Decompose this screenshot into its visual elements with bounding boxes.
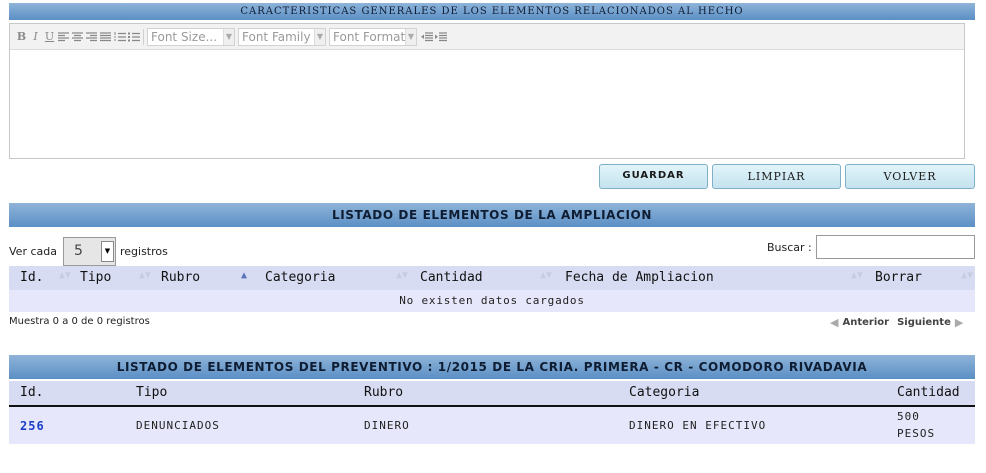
col-cantidad: Cantidad xyxy=(897,385,960,400)
ampliacion-table: Id. ▲▼ Tipo ▲▼ Rubro ▲ Categoria ▲▼ Cant… xyxy=(9,266,975,292)
page-size-control: Ver cada 5 ▼ registros xyxy=(9,236,168,266)
ver-cada-label: Ver cada xyxy=(9,244,57,258)
cell-tipo: DENUNCIADOS xyxy=(136,419,220,432)
page-size-value: 5 xyxy=(73,243,83,259)
col-id[interactable]: Id. xyxy=(20,270,43,285)
editor-content-area[interactable] xyxy=(10,50,964,158)
previous-arrow-icon[interactable]: ◀ xyxy=(830,316,838,329)
col-cantidad[interactable]: Cantidad xyxy=(420,270,483,285)
unordered-list-icon[interactable] xyxy=(127,28,140,46)
align-right-icon[interactable] xyxy=(85,28,98,46)
font-family-label: Font Family xyxy=(242,29,311,44)
font-size-label: Font Size... xyxy=(151,29,218,44)
col-rubro[interactable]: Rubro xyxy=(161,270,200,285)
col-tipo: Tipo xyxy=(136,385,168,400)
align-justify-icon[interactable] xyxy=(99,28,112,46)
font-format-select[interactable]: Font Format ▼ xyxy=(329,27,417,46)
table-header-row: Id. Tipo Rubro Categoria Cantidad xyxy=(9,381,975,405)
chevron-down-icon: ▼ xyxy=(223,28,234,45)
registros-label: registros xyxy=(119,244,168,258)
bold-icon[interactable]: B xyxy=(15,28,28,46)
col-id: Id. xyxy=(20,385,44,400)
sort-icon: ▲▼ xyxy=(396,270,409,281)
chevron-down-icon: ▼ xyxy=(405,28,416,45)
cell-cantidad-unit: PESOS xyxy=(897,427,936,440)
table-row: 256 DENUNCIADOS DINERO DINERO EN EFECTIV… xyxy=(9,407,975,444)
col-fecha-ampliacion[interactable]: Fecha de Ampliacion xyxy=(565,270,714,285)
chevron-down-icon: ▼ xyxy=(100,240,114,262)
section-header-ampliacion: LISTADO DE ELEMENTOS DE LA AMPLIACION xyxy=(9,203,975,227)
col-categoria: Categoria xyxy=(629,385,700,400)
indent-icon[interactable] xyxy=(434,28,447,46)
col-categoria[interactable]: Categoria xyxy=(265,270,335,285)
siguiente-link[interactable]: Siguiente xyxy=(897,317,951,328)
limpiar-button[interactable]: LIMPIAR xyxy=(712,164,841,189)
col-rubro: Rubro xyxy=(364,385,404,400)
editor-toolbar: B I U Font Size... ▼ Font Family ▼ Font … xyxy=(10,24,964,50)
buscar-label: Buscar : xyxy=(767,241,812,254)
empty-table-message: No existen datos cargados xyxy=(9,290,975,312)
sort-icon: ▲▼ xyxy=(59,270,72,281)
anterior-link[interactable]: Anterior xyxy=(842,317,889,328)
cell-rubro: DINERO xyxy=(364,419,410,432)
table-header-row: Id. ▲▼ Tipo ▲▼ Rubro ▲ Categoria ▲▼ Cant… xyxy=(9,266,975,290)
font-size-select[interactable]: Font Size... ▼ xyxy=(147,27,235,46)
volver-button[interactable]: VOLVER xyxy=(845,164,975,189)
sort-icon: ▲▼ xyxy=(139,270,152,281)
next-arrow-icon[interactable]: ▶ xyxy=(955,316,963,329)
col-tipo[interactable]: Tipo xyxy=(80,270,111,285)
sort-icon: ▲▼ xyxy=(961,270,974,281)
preventivo-table: Id. Tipo Rubro Categoria Cantidad xyxy=(9,381,975,407)
toolbar-separator xyxy=(143,28,144,45)
pagination-controls: ◀ Anterior Siguiente ▶ xyxy=(830,316,963,329)
section-header-preventivo: LISTADO DE ELEMENTOS DEL PREVENTIVO : 1/… xyxy=(9,355,975,379)
sort-icon: ▲▼ xyxy=(851,270,864,281)
sort-icon: ▲▼ xyxy=(540,270,553,281)
ordered-list-icon[interactable] xyxy=(113,28,126,46)
sort-asc-icon: ▲ xyxy=(241,270,248,281)
font-family-select[interactable]: Font Family ▼ xyxy=(238,27,326,46)
cell-cantidad-value: 500 xyxy=(897,410,920,423)
chevron-down-icon: ▼ xyxy=(314,28,325,45)
section-header-generales: CARACTERISTICAS GENERALES DE LOS ELEMENT… xyxy=(9,3,975,20)
italic-icon[interactable]: I xyxy=(29,28,42,46)
cell-categoria: DINERO EN EFECTIVO xyxy=(629,419,767,432)
font-format-label: Font Format xyxy=(333,29,406,44)
rich-text-editor: B I U Font Size... ▼ Font Family ▼ Font … xyxy=(9,23,965,159)
col-borrar[interactable]: Borrar xyxy=(875,270,922,285)
id-link[interactable]: 256 xyxy=(20,419,45,433)
align-left-icon[interactable] xyxy=(57,28,70,46)
underline-icon[interactable]: U xyxy=(43,28,56,46)
search-input[interactable] xyxy=(816,235,975,259)
guardar-button[interactable]: GUARDAR xyxy=(599,164,708,189)
page-size-select[interactable]: 5 ▼ xyxy=(62,236,116,266)
outdent-icon[interactable] xyxy=(420,28,433,46)
align-center-icon[interactable] xyxy=(71,28,84,46)
pagination-info: Muestra 0 a 0 de 0 registros xyxy=(9,316,150,327)
